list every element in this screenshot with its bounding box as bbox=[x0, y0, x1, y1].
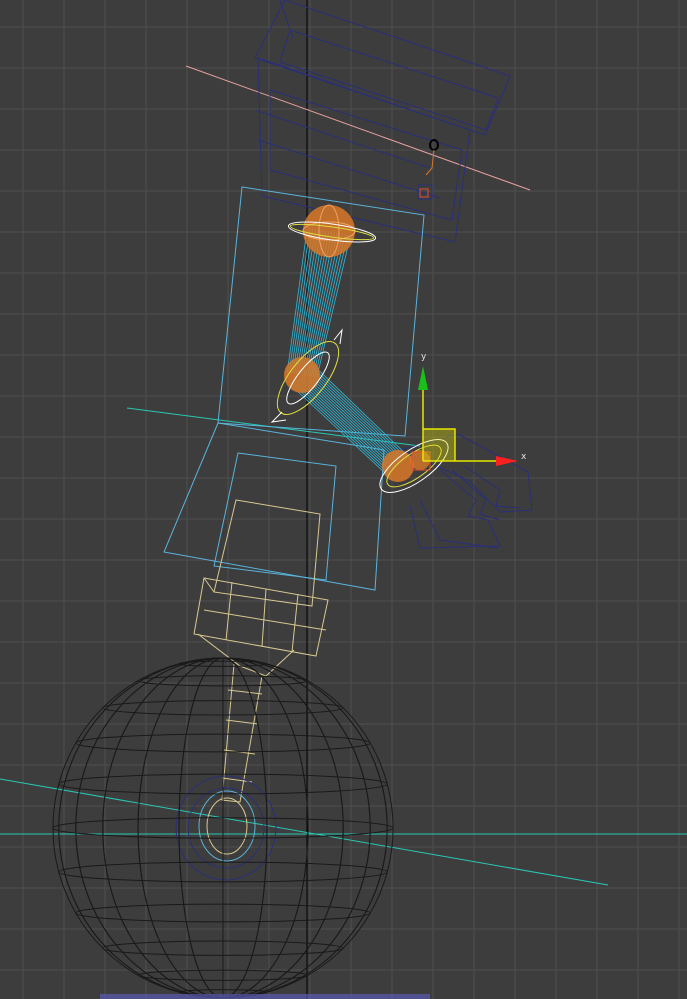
gizmo-y-arrow[interactable] bbox=[418, 366, 428, 390]
gizmo-x-label: x bbox=[521, 452, 527, 462]
bone-strand bbox=[301, 374, 399, 467]
viewport-canvas[interactable]: x y bbox=[0, 0, 687, 999]
bone-strand bbox=[300, 376, 397, 468]
bone-strand bbox=[306, 370, 403, 462]
grid bbox=[0, 0, 687, 999]
gizmo-xy-plane[interactable] bbox=[423, 429, 455, 461]
bone-strand bbox=[298, 377, 396, 470]
bone-strand bbox=[304, 371, 402, 464]
gizmo-y-label: y bbox=[421, 352, 427, 362]
shoulder-mount[interactable] bbox=[254, 0, 511, 243]
wheel-sphere[interactable] bbox=[52, 657, 394, 999]
ground-tilt-line bbox=[0, 778, 609, 886]
pivot-marker[interactable] bbox=[419, 139, 439, 198]
bottom-object-strip bbox=[100, 994, 430, 999]
viewport-perspective[interactable]: x y bbox=[0, 0, 687, 999]
bone-strand bbox=[297, 379, 395, 471]
shoulder-joint[interactable] bbox=[287, 204, 377, 258]
transform-gizmo[interactable]: x y bbox=[418, 352, 527, 466]
arm-bones[interactable] bbox=[286, 226, 408, 477]
